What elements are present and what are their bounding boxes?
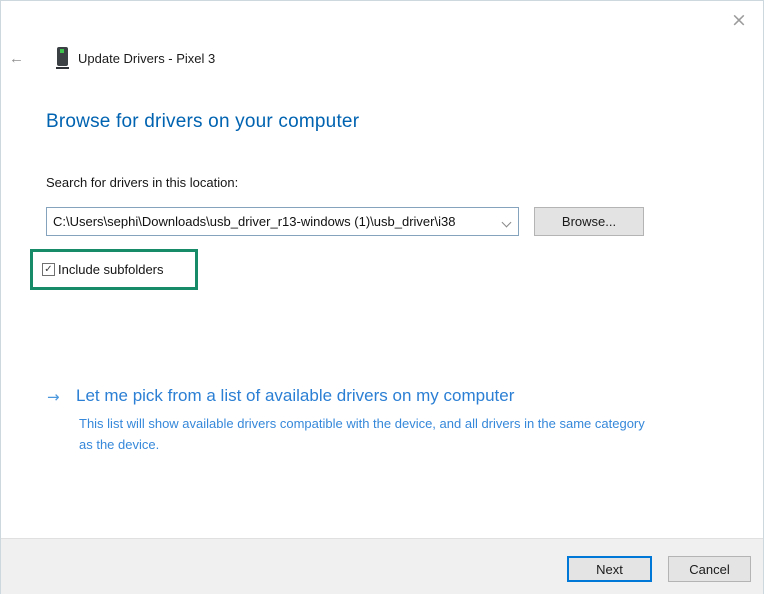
update-drivers-wizard-window: × ← Update Drivers - Pixel 3 Browse for …	[0, 0, 764, 594]
cancel-button[interactable]: Cancel	[668, 556, 751, 582]
device-icon	[56, 47, 70, 69]
close-button[interactable]: ×	[727, 9, 751, 31]
include-subfolders-highlight-box: ✓ Include subfolders	[30, 249, 198, 290]
checkbox-checked-icon[interactable]: ✓	[42, 263, 55, 276]
include-subfolders-checkbox-row[interactable]: ✓ Include subfolders	[42, 262, 164, 277]
let-me-pick-link[interactable]: Let me pick from a list of available dri…	[76, 386, 514, 406]
let-me-pick-description: This list will show available drivers co…	[79, 413, 661, 455]
include-subfolders-label: Include subfolders	[58, 262, 164, 277]
search-location-label: Search for drivers in this location:	[46, 175, 238, 190]
browse-button[interactable]: Browse...	[534, 207, 644, 236]
device-icon-base	[56, 67, 69, 69]
driver-path-input[interactable]	[47, 208, 499, 235]
next-button[interactable]: Next	[567, 556, 652, 582]
window-title: Update Drivers - Pixel 3	[78, 51, 215, 66]
driver-path-combobox[interactable]	[46, 207, 519, 236]
back-arrow-icon: ←	[9, 50, 24, 67]
footer-bar: Next Cancel	[1, 538, 763, 594]
device-icon-light	[60, 49, 64, 53]
arrow-right-icon: →	[47, 388, 60, 406]
back-button[interactable]: ←	[9, 48, 31, 68]
page-title: Browse for drivers on your computer	[46, 111, 359, 133]
check-mark-icon: ✓	[44, 265, 52, 275]
close-icon: ×	[731, 9, 747, 31]
chevron-down-icon[interactable]	[503, 219, 511, 227]
